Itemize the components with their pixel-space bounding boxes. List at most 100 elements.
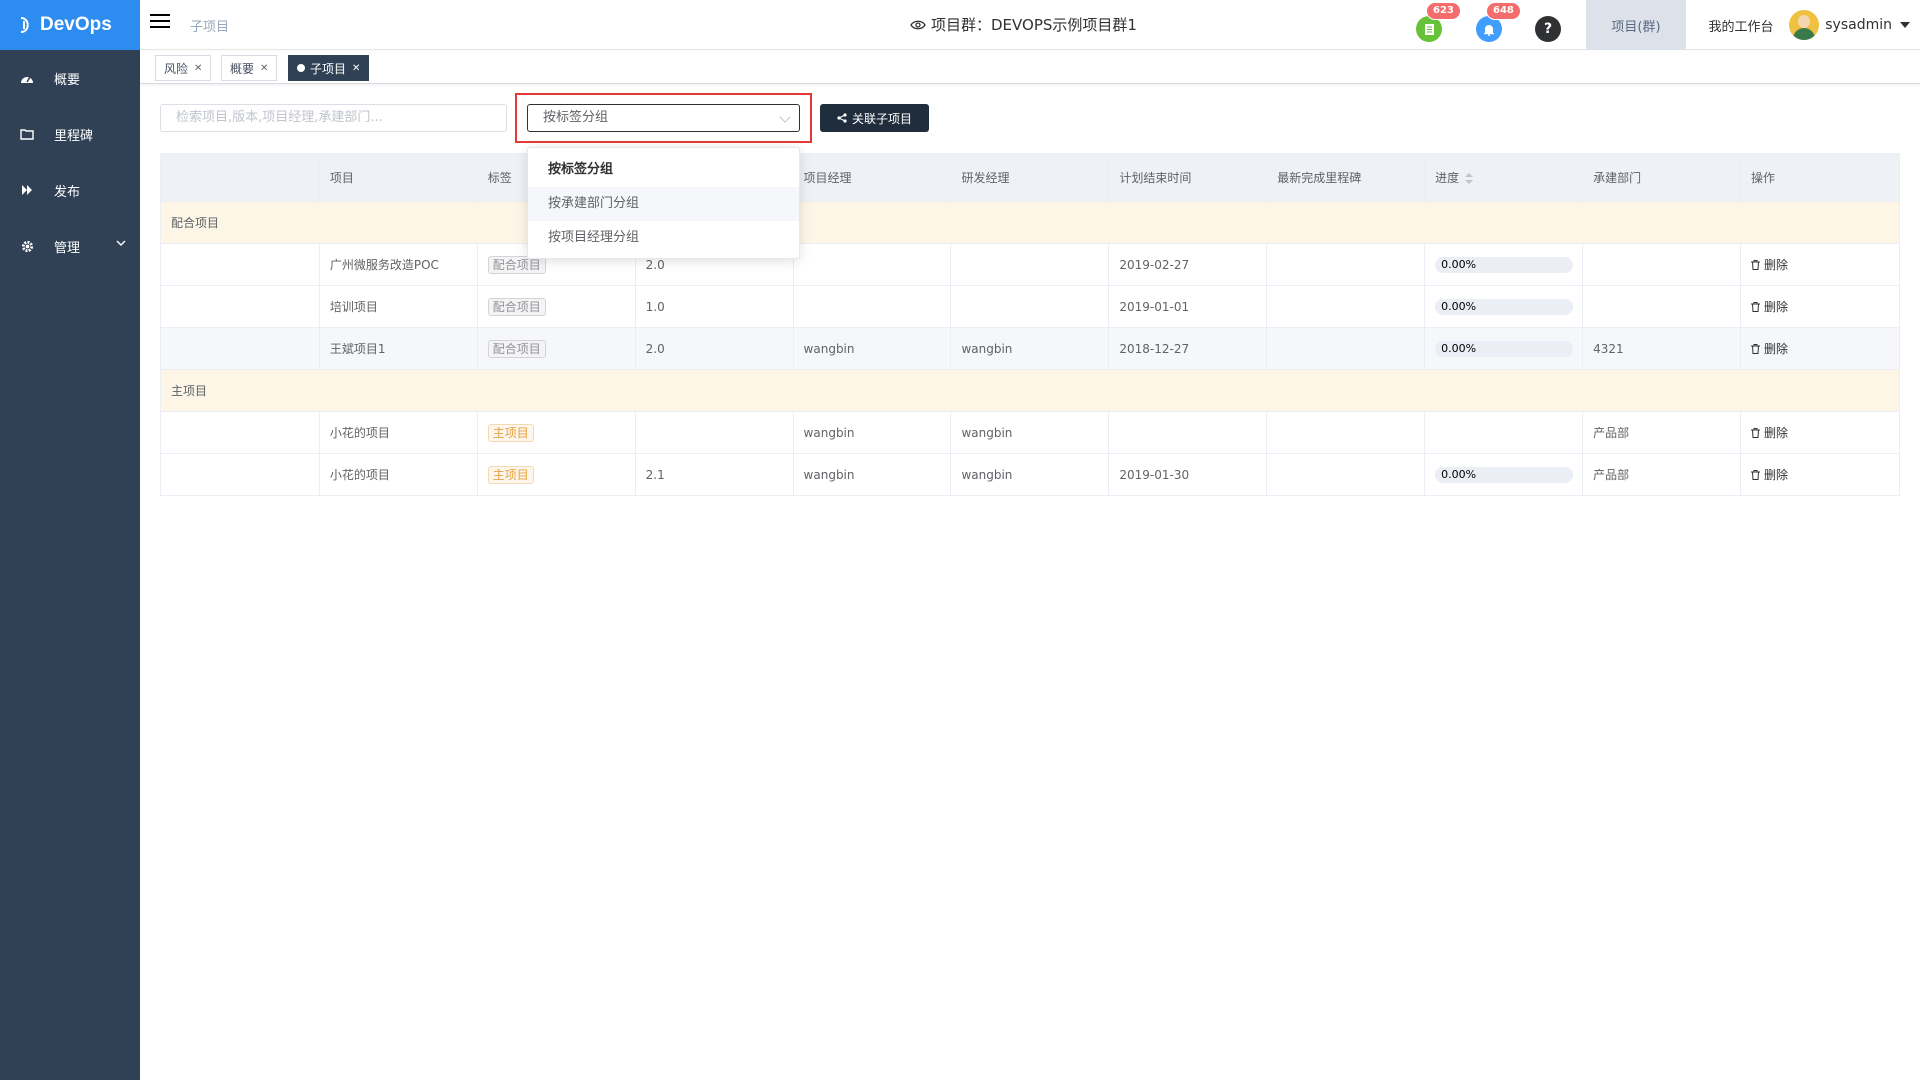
search-input[interactable]: 检索项目,版本,项目经理,承建部门... [160,104,507,132]
tag-badge: 主项目 [487,465,534,484]
column-header: 承建部门 [1582,153,1742,202]
sidebar-item-label: 里程碑 [54,128,94,144]
todo-count-badge: 623 [1426,2,1461,20]
delete-button[interactable]: 删除 [1751,424,1788,441]
user-menu[interactable]: sysadmin [1789,10,1910,40]
link-subproject-label: 关联子项目 [851,111,912,126]
app-logo[interactable]: DevOps [0,0,140,50]
tab-my-workbench[interactable]: 我的工作台 [1686,0,1796,50]
tag-badge: 配合项目 [487,339,546,358]
breadcrumb[interactable]: 子项目 [190,16,229,35]
help-button[interactable]: ? [1535,16,1561,42]
tag-label: 概要 [230,61,255,76]
rd-cell: wangbin [950,411,1110,454]
milestone-cell [1266,453,1426,496]
subproject-table: 项目 标签 版本 项目经理 研发经理 计划结束时间 最新完成里程碑 进度 承建部… [160,153,1900,496]
notification-count-badge: 648 [1486,2,1521,20]
share-icon [837,113,847,123]
delete-label: 删除 [1764,342,1789,356]
dropdown-option-tag[interactable]: 按标签分组 [528,153,799,187]
version-cell: 2.1 [634,453,794,496]
group-by-select-value: 按标签分组 [543,110,609,125]
progress-value: 0.00% [1441,341,1477,355]
top-header: 子项目 项目群：DEVOPS示例项目群1 623 648 ? 项目(群) 我的工… [140,0,1920,50]
app-logo-text: DevOps [40,14,112,35]
forward-icon [20,183,34,197]
delete-button[interactable]: 删除 [1751,298,1788,315]
close-icon[interactable]: ✕ [352,63,360,74]
progress-value: 0.00% [1441,257,1477,271]
milestone-cell [1266,285,1426,328]
delete-button[interactable]: 删除 [1751,466,1788,483]
sidebar-item-release[interactable]: 发布 [0,162,140,218]
progress-bar: 0.00% [1435,340,1574,357]
project-cell: 小花的项目 [318,411,478,454]
delete-label: 删除 [1764,426,1789,440]
chevron-down-icon [116,240,126,246]
end-date-cell: 2019-01-01 [1108,285,1268,328]
eye-icon [910,20,926,29]
sidebar-item-overview[interactable]: 概要 [0,50,140,106]
close-icon[interactable]: ✕ [194,63,202,74]
tag-label: 风险 [164,61,189,76]
hamburger-menu-icon[interactable] [150,14,170,30]
table-row: 广州微服务改造POC 配合项目 2.0 2019-02-27 0.00% 删除 [160,243,1900,286]
notification-button[interactable]: 648 [1476,2,1521,42]
pm-cell: wangbin [792,411,952,454]
rd-cell [950,285,1110,328]
username: sysadmin [1825,17,1892,33]
tag-overview[interactable]: 概要 ✕ [221,55,278,81]
sidebar-item-milestone[interactable]: 里程碑 [0,106,140,162]
tag-risk[interactable]: 风险 ✕ [155,55,212,81]
sidebar-item-manage[interactable]: 管理 [0,218,140,274]
column-header-label: 进度 [1435,171,1460,185]
column-header: 操作 [1740,153,1900,202]
tag-badge: 配合项目 [487,297,546,316]
pm-cell: wangbin [792,327,952,370]
pm-cell [792,243,952,286]
project-cell: 培训项目 [318,285,478,328]
table-row: 王斌项目1 配合项目 2.0 wangbin wangbin 2018-12-2… [160,327,1900,370]
tab-project-group[interactable]: 项目(群) [1586,0,1686,50]
link-subproject-button[interactable]: 关联子项目 [820,104,929,132]
page-title-text: 项目群：DEVOPS示例项目群1 [931,16,1137,34]
dept-cell: 产品部 [1582,453,1742,496]
milestone-cell [1266,327,1426,370]
delete-button[interactable]: 删除 [1751,256,1788,273]
page-title: 项目群：DEVOPS示例项目群1 [910,14,1137,35]
column-header-progress[interactable]: 进度 [1424,153,1584,202]
avatar [1789,10,1820,40]
pm-cell [792,285,952,328]
progress-bar: 0.00% [1435,466,1574,483]
table-row: 培训项目 配合项目 1.0 2019-01-01 0.00% 删除 [160,285,1900,328]
column-header: 最新完成里程碑 [1266,153,1426,202]
dropdown-option-pm[interactable]: 按项目经理分组 [528,221,799,255]
column-header: 研发经理 [950,153,1110,202]
group-row: 主项目 [160,369,1900,412]
trash-icon [1751,427,1761,438]
sort-icon[interactable] [1465,173,1474,184]
tags-view-bar: 风险 ✕ 概要 ✕ 子项目 ✕ [140,51,1920,84]
chevron-down-icon [779,111,791,123]
group-by-select[interactable]: 按标签分组 [527,104,800,132]
delete-label: 删除 [1764,300,1789,314]
delete-button[interactable]: 删除 [1751,340,1788,357]
dept-cell: 产品部 [1582,411,1742,454]
tag-label: 子项目 [310,61,347,76]
delete-label: 删除 [1764,468,1789,482]
progress-bar: 0.00% [1435,256,1574,273]
dept-cell [1582,285,1742,328]
dropdown-option-dept[interactable]: 按承建部门分组 [528,187,799,221]
project-cell: 王斌项目1 [318,327,478,370]
dept-cell [1582,243,1742,286]
sidebar-item-label: 发布 [54,184,81,200]
todo-button[interactable]: 623 [1416,2,1461,42]
group-name: 主项目 [160,369,1900,412]
column-header [160,153,320,202]
help-icon: ? [1543,21,1553,37]
close-icon[interactable]: ✕ [260,63,268,74]
progress-cell [1424,411,1584,454]
progress-bar: 0.00% [1435,298,1574,315]
bell-icon [1484,24,1494,36]
tag-subprojects[interactable]: 子项目 ✕ [288,55,370,81]
